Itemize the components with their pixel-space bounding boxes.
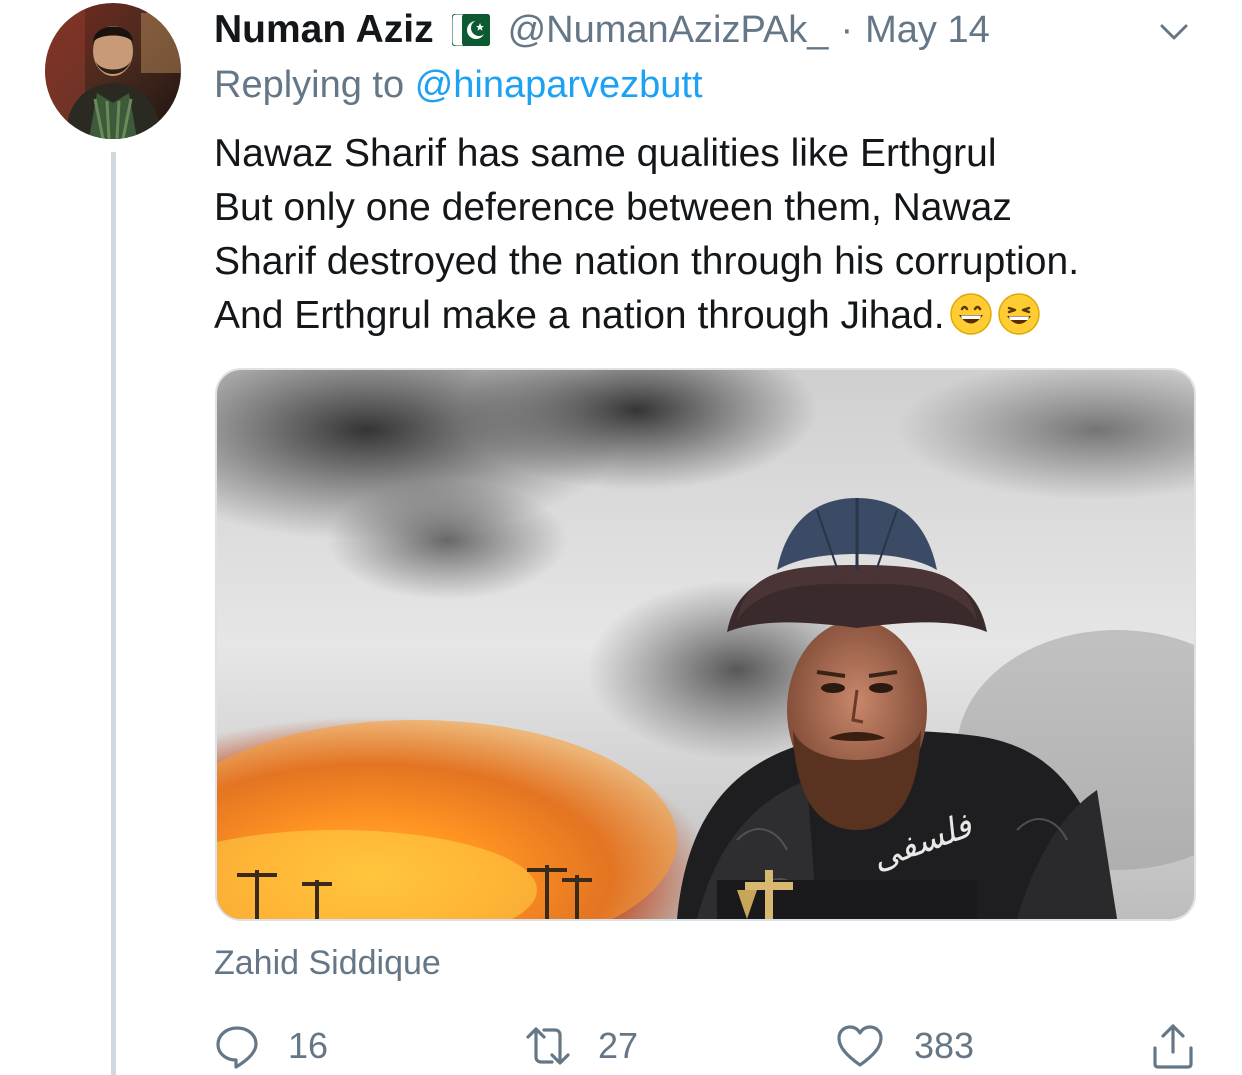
replying-prefix: Replying to [214, 64, 405, 106]
tweet-text-line: But only one deference between them, Naw… [214, 186, 1012, 229]
tweet-actions-bar: 16 27 383 [214, 1020, 1204, 1072]
avatar-photo [45, 3, 181, 139]
reply-button[interactable]: 16 [214, 1020, 328, 1072]
tweet-text-line: Nawaz Sharif has same qualities like Ert… [214, 132, 997, 175]
heart-icon [836, 1023, 884, 1069]
chevron-down-icon[interactable] [1156, 16, 1192, 46]
grinning-face-icon [949, 292, 993, 336]
thread-connector-line [111, 152, 116, 1075]
retweet-count: 27 [598, 1025, 639, 1066]
tweet-text: Nawaz Sharif has same qualities like Ert… [214, 127, 1224, 343]
avatar[interactable] [45, 3, 181, 139]
media-credit[interactable]: Zahid Siddique [214, 944, 441, 983]
tweet-header: Numan Aziz @NumanAzizPAk_ · May 14 [214, 6, 990, 54]
tweet-text-line: Sharif destroyed the nation through his … [214, 240, 1080, 283]
share-button[interactable] [1150, 1020, 1196, 1072]
reply-icon [214, 1023, 260, 1069]
header-separator: · [840, 8, 854, 51]
like-count: 383 [914, 1025, 975, 1066]
replying-to-line: Replying to @hinaparvezbutt [214, 64, 703, 107]
author-display-name[interactable]: Numan Aziz [214, 8, 434, 52]
grinning-squinting-face-icon [997, 292, 1041, 336]
tweet-text-line-last: And Erthgrul make a nation through Jihad… [214, 289, 1224, 343]
media-photo: فلسفی [217, 370, 1194, 919]
tweet-media-image[interactable]: فلسفی [215, 368, 1196, 921]
pakistan-flag-icon [451, 13, 491, 47]
reply-count: 16 [288, 1025, 329, 1066]
reply-mention-link[interactable]: @hinaparvezbutt [415, 64, 703, 106]
like-button[interactable]: 383 [836, 1020, 974, 1072]
retweet-button[interactable]: 27 [522, 1020, 638, 1072]
share-icon [1150, 1022, 1196, 1070]
tweet-date[interactable]: May 14 [865, 9, 990, 52]
author-handle[interactable]: @NumanAzizPAk_ [508, 9, 829, 52]
retweet-icon [522, 1023, 574, 1069]
tweet-text-line: And Erthgrul make a nation through Jihad… [214, 294, 945, 337]
